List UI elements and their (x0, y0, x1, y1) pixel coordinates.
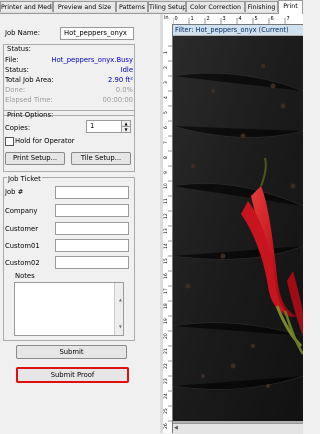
job-ticket-title: Job Ticket (7, 175, 42, 183)
submit-proof-button[interactable]: Submit Proof (16, 367, 129, 383)
notes-field[interactable]: ▲ ▼ (14, 282, 124, 336)
status-title: Status: (7, 45, 31, 53)
elapsed-time-value: 00:00:00 (102, 96, 133, 104)
ruler-left-label: 3 (163, 81, 169, 84)
submit-button[interactable]: Submit (16, 345, 127, 359)
print-setup-button[interactable]: Print Setup... (5, 152, 65, 165)
ruler-left-label: 1 (163, 51, 169, 54)
ruler-left-label: 19 (163, 318, 169, 324)
custom01-label: Custom01 (5, 242, 40, 250)
copies-label: Copies: (5, 124, 31, 132)
status-value: Idle (120, 66, 133, 74)
print-options-title: Print Options: (7, 111, 54, 119)
tab-patterns[interactable]: Patterns (116, 1, 148, 12)
elapsed-time-label: Elapsed Time: (5, 96, 53, 104)
company-field[interactable] (55, 204, 129, 217)
ruler-left-label: 20 (163, 333, 169, 339)
file-value: Hot_peppers_onyx.Busy (51, 56, 133, 64)
tab-strip: Printer and Media Preview and Size Patte… (0, 0, 303, 14)
ruler-left-label: 8 (163, 156, 169, 159)
ruler-left-label: 21 (163, 348, 169, 354)
copies-value: 1 (90, 122, 95, 130)
scroll-left-icon[interactable]: ◀ (174, 425, 178, 431)
scroll-down-icon[interactable]: ▼ (119, 321, 122, 332)
job-number-field[interactable] (55, 186, 129, 199)
ruler-top-label: 3 (223, 16, 226, 22)
tab-print[interactable]: Print (278, 0, 303, 14)
job-name-field[interactable]: Hot_peppers_onyx (60, 27, 134, 40)
ruler-left-label: 22 (163, 363, 169, 369)
ruler-top-label: 5 (255, 16, 258, 22)
print-panel: Job Name: Hot_peppers_onyx Status: File:… (0, 14, 160, 433)
company-label: Company (5, 207, 38, 215)
total-job-area-label: Total Job Area: (5, 76, 54, 84)
ruler-left-label: 11 (163, 198, 169, 204)
hold-for-operator-label: Hold for Operator (15, 137, 75, 145)
ruler-left-label: 16 (163, 273, 169, 279)
hot-peppers-image (173, 36, 303, 421)
tile-setup-button[interactable]: Tile Setup... (71, 152, 131, 165)
customer-field[interactable] (55, 222, 129, 235)
ruler-left-label: 5 (163, 111, 169, 114)
ruler-top: in 0 1 2 3 4 5 6 7 (163, 14, 303, 25)
ruler-top-label: 4 (239, 16, 242, 22)
ruler-left-label: 10 (163, 183, 169, 189)
copies-stepper[interactable]: 1 ▲ ▼ (86, 120, 131, 133)
ruler-left-label: 15 (163, 258, 169, 264)
custom02-field[interactable] (55, 256, 129, 269)
ruler-top-label: 0 (175, 16, 178, 22)
chevron-down-icon[interactable]: ▼ (121, 127, 130, 132)
ruler-top-label: 7 (287, 16, 290, 22)
done-label: Done: (5, 86, 26, 94)
ruler-left: 1 2 3 4 5 6 7 8 9 10 11 12 13 14 15 16 17 18 19 20 21 22 23 24 2… (163, 24, 173, 433)
ruler-left-label: 13 (163, 228, 169, 234)
ruler-left-label: 2 (163, 66, 169, 69)
ruler-top-label: 1 (191, 16, 194, 22)
custom01-field[interactable] (55, 239, 129, 252)
ruler-left-label: 4 (163, 96, 169, 99)
file-label: File: (5, 56, 19, 64)
ruler-left-label: 12 (163, 213, 169, 219)
filter-title: Filter: Hot_peppers_onyx (Current) (173, 25, 303, 35)
ruler-left-label: 14 (163, 243, 169, 249)
ruler-left-label: 26 (163, 423, 169, 429)
ruler-left-label: 9 (163, 171, 169, 174)
custom02-label: Custom02 (5, 259, 40, 267)
tab-printer-and-media[interactable]: Printer and Media (0, 1, 53, 12)
job-number-label: Job # (5, 188, 24, 196)
status-label: Status: (5, 66, 29, 74)
ruler-left-label: 6 (163, 126, 169, 129)
ruler-top-label: 6 (271, 16, 274, 22)
ruler-left-label: 7 (163, 141, 169, 144)
preview-viewer: in 01234567 1 2 3 4 5 6 7 8 9 10 11 12 13 14 15 16 17 18 1… (163, 14, 303, 434)
preview-image[interactable] (173, 36, 303, 421)
ruler-top-label: 2 (207, 16, 210, 22)
ruler-left-label: 23 (163, 378, 169, 384)
total-job-area-value: 2.90 ft² (108, 76, 133, 84)
ruler-left-ticks: 1234567891011121314151617181920212223242… (163, 45, 172, 429)
ruler-left-label: 18 (163, 303, 169, 309)
scroll-up-icon[interactable]: ▲ (119, 294, 122, 305)
ruler-unit: in (164, 15, 169, 21)
tab-finishing[interactable]: Finishing (245, 1, 278, 12)
customer-label: Customer (5, 225, 39, 233)
ruler-left-label: 24 (163, 393, 169, 399)
ruler-left-label: 17 (163, 288, 169, 294)
done-value: 0.0% (115, 86, 133, 94)
ruler-top-ticks: 0 1 2 3 4 5 6 7 (173, 16, 290, 24)
tab-preview-and-size[interactable]: Preview and Size (53, 1, 116, 12)
horizontal-scrollbar[interactable]: ◀ (173, 423, 303, 434)
tab-color-correction[interactable]: Color Correction (186, 1, 245, 12)
tab-tiling-setup[interactable]: Tiling Setup (148, 1, 186, 12)
ruler-left-label: 25 (163, 408, 169, 414)
notes-label: Notes (15, 272, 35, 280)
job-name-label: Job Name: (5, 29, 40, 37)
hold-for-operator-checkbox[interactable] (5, 137, 14, 146)
